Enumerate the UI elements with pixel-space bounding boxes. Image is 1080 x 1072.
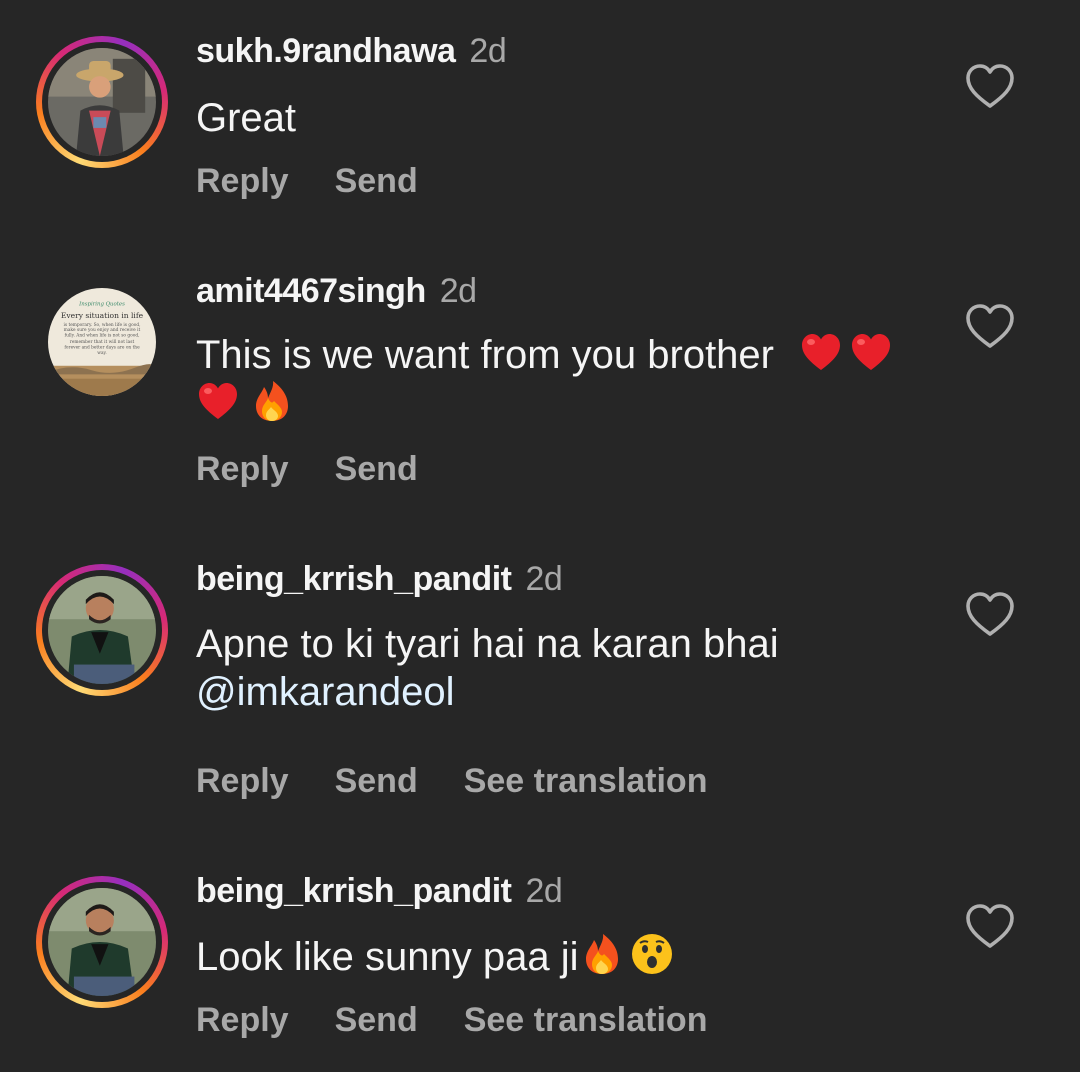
comment-time: 2d [469,32,507,70]
see-translation-button[interactable]: See translation [464,1001,708,1040]
comment-username[interactable]: sukh.9randhawa 2d [196,32,507,71]
avatar-quote-title: Every situation in life [61,311,144,320]
reply-button[interactable]: Reply [196,162,289,201]
avatar[interactable]: Inspiring Quotes Every situation in life… [48,288,156,396]
red-heart-emoji-icon [849,330,893,374]
heart-outline-icon[interactable] [964,302,1016,350]
comment-time: 2d [525,872,563,910]
avatar-story-ring[interactable] [36,36,168,168]
avatar [48,48,156,156]
send-button[interactable]: Send [335,162,418,201]
send-button[interactable]: Send [335,1001,418,1040]
comment-actions: Reply Send See translation [196,1001,753,1040]
comment-username[interactable]: being_krrish_pandit 2d [196,872,563,911]
comment-time: 2d [525,560,563,598]
avatar-photo-man [48,576,156,684]
comment-username[interactable]: being_krrish_pandit 2d [196,560,563,599]
avatar-quote-image: Inspiring Quotes Every situation in life… [48,288,156,396]
send-button[interactable]: Send [335,450,418,489]
comments-list: sukh.9randhawa 2d Great Reply Send Inspiri… [0,0,1080,1072]
avatar [48,888,156,996]
comment-actions: Reply Send [196,162,464,201]
comment-time: 2d [439,272,477,310]
avatar-quote-body: is temporary. So, when life is good, mak… [63,321,141,355]
reply-button[interactable]: Reply [196,450,289,489]
comment-text: Apne to ki tyari hai na karan bhai @imka… [196,620,936,716]
heart-outline-icon[interactable] [964,902,1016,950]
avatar-photo-cowboy [48,48,156,156]
see-translation-button[interactable]: See translation [464,762,708,801]
comment-text: Great [196,96,297,140]
username-text[interactable]: being_krrish_pandit [196,872,512,910]
svg-text:Inspiring Quotes: Inspiring Quotes [78,301,125,307]
reply-button[interactable]: Reply [196,762,289,801]
red-heart-emoji-icon [799,330,843,374]
comment-text: Look like sunny paa ji [196,932,936,981]
fire-emoji-icon [580,932,624,976]
avatar-photo-man [48,888,156,996]
heart-outline-icon[interactable] [964,590,1016,638]
comment-text-body: Apne to ki tyari hai na karan bhai [196,622,779,666]
username-text[interactable]: sukh.9randhawa [196,32,456,70]
avatar [48,576,156,684]
mention-link[interactable]: @imkarandeol [196,670,455,714]
avatar-story-ring[interactable] [36,564,168,696]
username-text[interactable]: amit4467singh [196,272,426,310]
fire-emoji-icon [250,379,294,423]
comment-username[interactable]: amit4467singh 2d [196,272,477,311]
comment-actions: Reply Send [196,450,464,489]
comment-text: This is we want from you brother [196,330,936,428]
avatar-story-ring[interactable] [36,876,168,1008]
comment-actions: Reply Send See translation [196,762,753,801]
send-button[interactable]: Send [335,762,418,801]
red-heart-emoji-icon [196,379,240,423]
heart-outline-icon[interactable] [964,62,1016,110]
astonished-face-emoji-icon [630,932,674,976]
comment-text-body: This is we want from you brother [196,333,774,377]
comment-text-body: Look like sunny paa ji [196,935,579,979]
username-text[interactable]: being_krrish_pandit [196,560,512,598]
reply-button[interactable]: Reply [196,1001,289,1040]
